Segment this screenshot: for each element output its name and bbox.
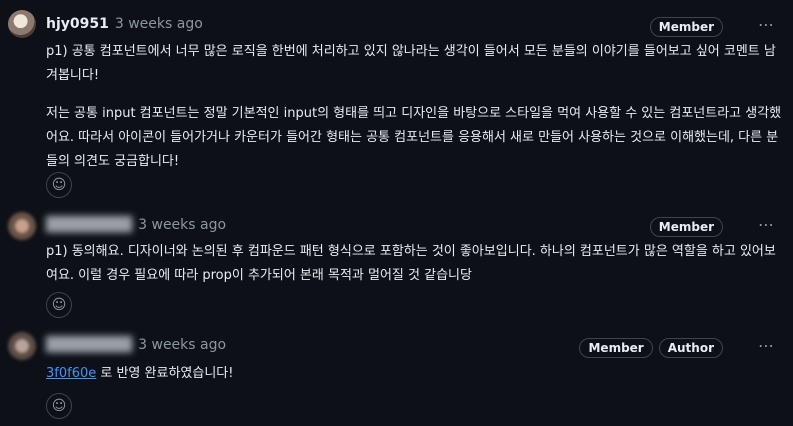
comment-paragraph: 3f0f60e 로 반영 완료하였습니다! — [46, 362, 782, 386]
author-badge: Author — [658, 338, 723, 358]
author-name-redacted[interactable]: ████████ — [46, 337, 132, 353]
add-reaction-icon[interactable]: ☺ — [46, 172, 72, 198]
avatar[interactable] — [8, 332, 36, 360]
avatar[interactable] — [8, 212, 36, 240]
avatar[interactable] — [8, 10, 36, 38]
badge-group: Member — [649, 17, 723, 37]
comment-paragraph: p1) 동의해요. 디자이너와 논의된 후 컴파운드 패턴 형식으로 포함하는 … — [46, 244, 776, 283]
member-badge: Member — [649, 17, 723, 37]
comment-body: 3f0f60e 로 반영 완료하였습니다! — [46, 362, 782, 386]
comment-paragraph: p1) 공통 컴포넌트에서 너무 많은 로직을 한번에 처리하고 있지 않나라는… — [46, 44, 776, 83]
badge-group: Member Author — [579, 338, 723, 358]
comment-header: ████████ 3 weeks ago — [46, 334, 226, 356]
add-reaction-icon[interactable]: ☺ — [46, 292, 72, 318]
comment-body: p1) 동의해요. 디자이너와 논의된 후 컴파운드 패턴 형식으로 포함하는 … — [46, 240, 782, 288]
author-name-redacted[interactable]: ████████ — [46, 217, 132, 233]
member-badge: Member — [579, 338, 653, 358]
comment-header: ████████ 3 weeks ago — [46, 214, 226, 236]
comment-paragraph: 저는 공통 input 컴포넌트는 정말 기본적인 input의 형태를 띄고 … — [46, 106, 782, 169]
timestamp[interactable]: 3 weeks ago — [138, 217, 226, 233]
add-reaction-icon[interactable]: ☺ — [46, 393, 72, 419]
comment-body: p1) 공통 컴포넌트에서 너무 많은 로직을 한번에 처리하고 있지 않나라는… — [46, 40, 782, 174]
member-badge: Member — [649, 217, 723, 237]
comment-header: hjy0951 3 weeks ago — [46, 13, 203, 35]
commit-link[interactable]: 3f0f60e — [46, 366, 96, 381]
timestamp[interactable]: 3 weeks ago — [115, 16, 203, 32]
badge-group: Member — [649, 217, 723, 237]
more-options-icon[interactable]: ⋯ — [758, 15, 775, 34]
author-name[interactable]: hjy0951 — [46, 16, 109, 32]
comment-text: 로 반영 완료하였습니다! — [96, 366, 234, 381]
more-options-icon[interactable]: ⋯ — [758, 215, 775, 234]
timestamp[interactable]: 3 weeks ago — [138, 337, 226, 353]
more-options-icon[interactable]: ⋯ — [758, 336, 775, 355]
